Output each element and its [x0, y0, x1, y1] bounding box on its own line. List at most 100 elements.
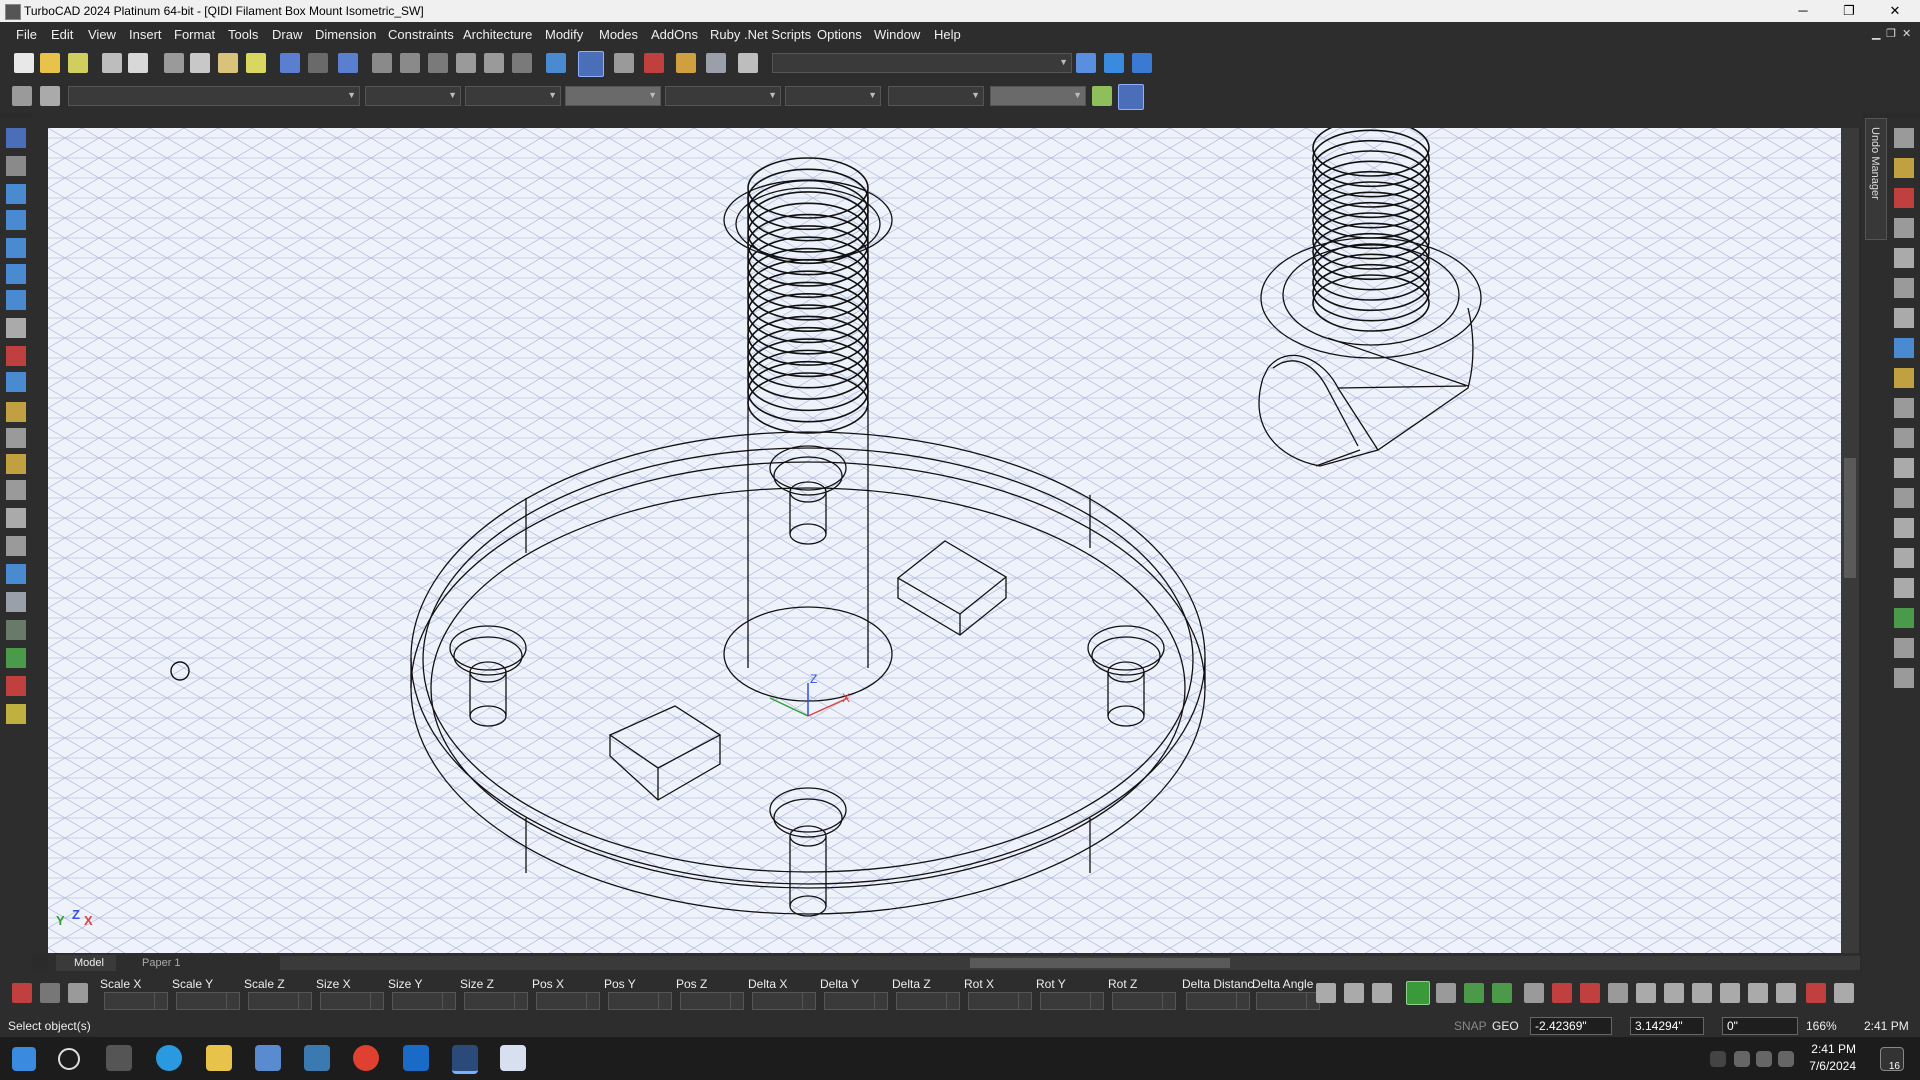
- print-setup-icon[interactable]: [40, 86, 60, 106]
- help-icon[interactable]: [1076, 53, 1096, 73]
- dock-icon-9[interactable]: [1894, 368, 1914, 388]
- snap-mode-icon[interactable]: [1406, 981, 1430, 1005]
- command-combo[interactable]: ▼: [772, 53, 1072, 73]
- spinner-icon[interactable]: [874, 993, 887, 1009]
- dock-icon-14[interactable]: [1894, 518, 1914, 538]
- color-combo[interactable]: ▼: [365, 86, 461, 106]
- camera-icon[interactable]: [6, 704, 26, 724]
- print-preview-icon[interactable]: [128, 53, 148, 73]
- doc-close-button[interactable]: ✕: [1902, 27, 1911, 40]
- tray-battery-icon[interactable]: [1734, 1051, 1750, 1067]
- edge-icon[interactable]: [156, 1045, 182, 1071]
- point-icon[interactable]: [6, 184, 26, 204]
- cut-icon[interactable]: [164, 53, 184, 73]
- spell-check-icon[interactable]: [546, 53, 566, 73]
- snap-icon[interactable]: [614, 53, 634, 73]
- format-painter-icon[interactable]: [246, 53, 266, 73]
- menu-dimension[interactable]: Dimension: [315, 27, 376, 42]
- inspector-input-16[interactable]: [1256, 992, 1320, 1010]
- angle-field[interactable]: 0": [1722, 1017, 1798, 1035]
- new-file-icon[interactable]: [14, 53, 34, 73]
- array-icon[interactable]: [6, 480, 26, 500]
- zoom-window-icon[interactable]: [428, 53, 448, 73]
- horizontal-scroll-thumb[interactable]: [970, 958, 1230, 968]
- undo-icon[interactable]: [280, 53, 300, 73]
- eraser-icon[interactable]: [6, 454, 26, 474]
- dimension-icon[interactable]: [6, 346, 26, 366]
- menu-file[interactable]: File: [16, 27, 37, 42]
- inspector-input-1[interactable]: [176, 992, 240, 1010]
- blueprint-icon[interactable]: [1104, 53, 1124, 73]
- snap-grid-point-icon[interactable]: [1664, 983, 1684, 1003]
- inspector-input-3[interactable]: [320, 992, 384, 1010]
- layers-icon[interactable]: [676, 53, 696, 73]
- boolean-icon[interactable]: [6, 676, 26, 696]
- snap-fraction-icon[interactable]: [1748, 983, 1768, 1003]
- chrome-icon[interactable]: [353, 1045, 379, 1071]
- surface-icon[interactable]: [6, 648, 26, 668]
- doc-restore-button[interactable]: ❐: [1886, 27, 1896, 40]
- snap-nearest-icon[interactable]: [1636, 983, 1656, 1003]
- doc-minimize-button[interactable]: ▁: [1872, 27, 1880, 40]
- tray-chevron-icon[interactable]: [1710, 1051, 1726, 1067]
- inspector-input-13[interactable]: [1040, 992, 1104, 1010]
- spinner-icon[interactable]: [154, 993, 167, 1009]
- app-icon[interactable]: [5, 4, 21, 20]
- menu-ruby-net-scripts[interactable]: Ruby .Net Scripts: [710, 27, 811, 42]
- pattern-combo[interactable]: ▼: [665, 86, 781, 106]
- taskbar-date[interactable]: 7/6/2024: [1796, 1059, 1856, 1073]
- dock-icon-17[interactable]: [1894, 608, 1914, 628]
- share-icon[interactable]: [1132, 53, 1152, 73]
- snap-ortho-icon[interactable]: [1806, 983, 1826, 1003]
- dock-icon-15[interactable]: [1894, 548, 1914, 568]
- snap-relative-icon[interactable]: [1692, 983, 1712, 1003]
- dock-icon-1[interactable]: [1894, 128, 1914, 148]
- geo-indicator[interactable]: GEO: [1492, 1019, 1519, 1033]
- snap-quadrant-icon[interactable]: [1524, 983, 1544, 1003]
- redo-icon[interactable]: [308, 53, 328, 73]
- minimize-button[interactable]: ─: [1780, 0, 1826, 22]
- move-icon[interactable]: [6, 402, 26, 422]
- inspector-input-0[interactable]: [104, 992, 168, 1010]
- inspector-input-14[interactable]: [1112, 992, 1176, 1010]
- menu-addons[interactable]: AddOns: [651, 27, 698, 42]
- circle-icon[interactable]: [6, 238, 26, 258]
- dock-icon-5[interactable]: [1894, 248, 1914, 268]
- 3d-view-icon[interactable]: [706, 53, 726, 73]
- table-icon[interactable]: [68, 983, 88, 1003]
- spinner-icon[interactable]: [730, 993, 743, 1009]
- rotate-icon[interactable]: [6, 428, 26, 448]
- render-icon[interactable]: [644, 53, 664, 73]
- task-view-icon[interactable]: [106, 1045, 132, 1071]
- drawing-canvas[interactable]: Z X Y Z X: [48, 128, 1841, 953]
- menu-options[interactable]: Options: [817, 27, 862, 42]
- zoom-page-icon[interactable]: [484, 53, 504, 73]
- modify-icon-3[interactable]: [1372, 983, 1392, 1003]
- gear-icon[interactable]: [12, 86, 32, 106]
- taskbar-time[interactable]: 2:41 PM: [1796, 1042, 1856, 1056]
- pen-combo[interactable]: ▼: [785, 86, 881, 106]
- spinner-icon[interactable]: [802, 993, 815, 1009]
- app-icon-network[interactable]: [304, 1045, 330, 1071]
- inspector-input-11[interactable]: [896, 992, 960, 1010]
- turbocad-taskbar-icon[interactable]: [452, 1045, 478, 1074]
- edit-tool-icon[interactable]: [6, 156, 26, 176]
- snap-tangent-icon[interactable]: [1580, 983, 1600, 1003]
- dock-icon-6[interactable]: [1894, 278, 1914, 298]
- outlook-icon[interactable]: [403, 1045, 429, 1071]
- menu-edit[interactable]: Edit: [51, 27, 73, 42]
- dock-icon-7[interactable]: [1894, 308, 1914, 328]
- inspector-input-5[interactable]: [464, 992, 528, 1010]
- inspector-input-15[interactable]: [1186, 992, 1250, 1010]
- spinner-icon[interactable]: [514, 993, 527, 1009]
- paste-icon[interactable]: [218, 53, 238, 73]
- notepad-icon[interactable]: [500, 1045, 526, 1071]
- arc-icon[interactable]: [6, 264, 26, 284]
- inspector-input-4[interactable]: [392, 992, 456, 1010]
- tray-network-icon[interactable]: [1756, 1051, 1772, 1067]
- dock-icon-16[interactable]: [1894, 578, 1914, 598]
- close-inspector-icon[interactable]: [40, 983, 60, 1003]
- model-viewport[interactable]: Z X Y Z X: [48, 128, 1841, 953]
- copy-icon[interactable]: [190, 53, 210, 73]
- snap-vertex-icon[interactable]: [1436, 983, 1456, 1003]
